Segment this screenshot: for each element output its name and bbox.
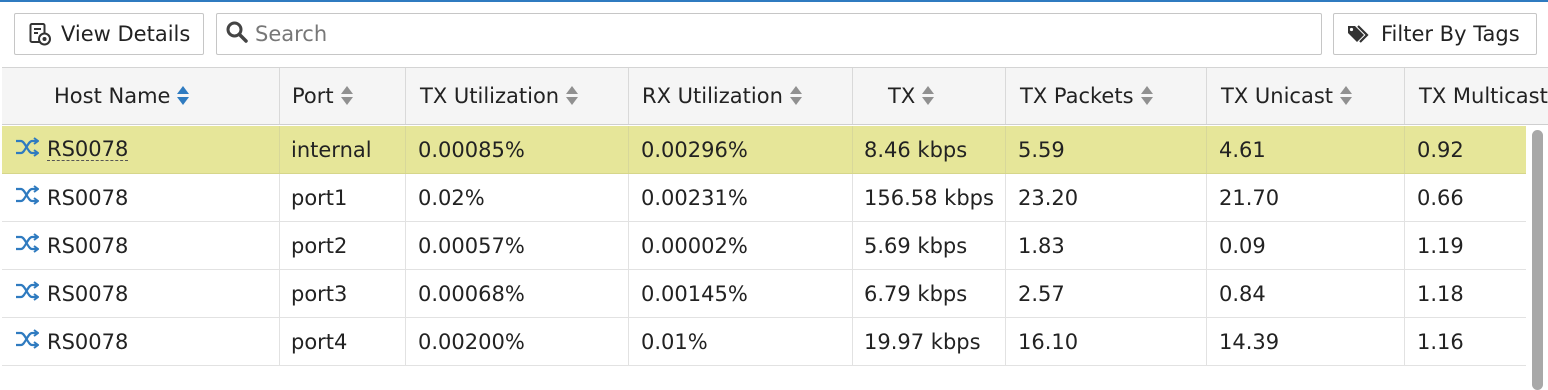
host-name-link[interactable]: RS0078 [47,234,128,258]
scrollbar-thumb[interactable] [1532,130,1543,390]
column-header-rx-utilization[interactable]: RX Utilization [629,68,853,124]
table-row[interactable]: RS0078 internal 0.00085% 0.00296% 8.46 k… [2,126,1526,174]
toolbar: View Details Filter By Tags [0,2,1548,66]
port-cell: port1 [280,174,406,221]
tx-cell: 5.69 kbps [853,222,1006,269]
port-cell: port4 [280,318,406,365]
switch-icon [15,280,40,307]
tx-packets-cell: 2.57 [1006,270,1207,317]
table-row[interactable]: RS0078 port1 0.02% 0.00231% 156.58 kbps … [2,174,1526,222]
tx-multicast-cell: 1.16 [1417,329,1464,354]
sort-icon[interactable] [340,86,354,106]
host-cell[interactable]: RS0078 [2,318,280,365]
host-name-link[interactable]: RS0078 [47,330,128,354]
switch-icon [15,136,40,163]
column-label: TX Multicast [1419,84,1548,108]
host-cell[interactable]: RS0078 [2,222,280,269]
column-header-tx[interactable]: TX [853,68,1006,124]
sort-icon[interactable] [1340,86,1353,106]
vertical-scrollbar[interactable] [1529,126,1545,390]
search-box[interactable] [216,13,1322,55]
sort-icon[interactable] [177,86,190,106]
table-header: Host Name Port TX Utilization RX Utiliza… [2,67,1548,125]
tx-cell: 6.79 kbps [853,270,1006,317]
port-cell: port3 [280,270,406,317]
tx-multicast-cell: 1.19 [1417,233,1464,258]
tx-unicast-cell: 4.61 [1207,126,1405,173]
tx-cell: 19.97 kbps [853,318,1006,365]
rx-utilization-cell: 0.00296% [629,126,853,173]
column-label: Host Name [54,84,171,108]
tx-packets-cell: 16.10 [1006,318,1207,365]
tx-cell: 8.46 kbps [853,126,1006,173]
column-header-tx-unicast[interactable]: TX Unicast [1207,68,1405,124]
sort-icon[interactable] [922,86,935,106]
host-name-link[interactable]: RS0078 [47,186,128,210]
tx-unicast-cell: 0.09 [1207,222,1405,269]
port-cell: port2 [280,222,406,269]
tx-multicast-cell: 0.92 [1417,137,1464,162]
port-cell: internal [280,126,406,173]
rx-utilization-cell: 0.01% [629,318,853,365]
column-header-tx-utilization[interactable]: TX Utilization [406,68,629,124]
rx-utilization-cell: 0.00145% [629,270,853,317]
column-label: RX Utilization [642,84,783,108]
table-row[interactable]: RS0078 port4 0.00200% 0.01% 19.97 kbps 1… [2,318,1526,366]
tx-multicast-cell: 1.18 [1417,281,1464,306]
filter-by-tags-button[interactable]: Filter By Tags [1333,13,1537,55]
host-cell[interactable]: RS0078 [2,270,280,317]
table-row[interactable]: RS0078 port2 0.00057% 0.00002% 5.69 kbps… [2,222,1526,270]
tx-unicast-cell: 14.39 [1207,318,1405,365]
column-label: TX [888,84,916,108]
tx-utilization-cell: 0.00085% [406,126,629,173]
switch-icon [15,328,40,355]
host-cell[interactable]: RS0078 [2,126,280,173]
view-details-icon [28,22,52,46]
tx-unicast-cell: 21.70 [1207,174,1405,221]
switch-icon [15,184,40,211]
column-label: TX Utilization [420,84,560,108]
host-name-link[interactable]: RS0078 [47,282,128,306]
tx-utilization-cell: 0.00068% [406,270,629,317]
column-header-port[interactable]: Port [280,68,406,124]
filter-by-tags-label: Filter By Tags [1381,22,1520,46]
sort-icon[interactable] [789,86,803,106]
table-row[interactable]: RS0078 port3 0.00068% 0.00145% 6.79 kbps… [2,270,1526,318]
view-details-label: View Details [61,22,191,46]
tx-unicast-cell: 0.84 [1207,270,1405,317]
tx-utilization-cell: 0.00057% [406,222,629,269]
view-details-button[interactable]: View Details [14,13,204,55]
rx-utilization-cell: 0.00231% [629,174,853,221]
column-label: TX Packets [1020,84,1134,108]
sort-icon[interactable] [1140,86,1154,106]
tx-packets-cell: 23.20 [1006,174,1207,221]
column-header-tx-multicast[interactable]: TX Multicast [1405,68,1548,124]
tx-packets-cell: 1.83 [1006,222,1207,269]
tags-icon [1346,23,1372,45]
column-header-tx-packets[interactable]: TX Packets [1006,68,1207,124]
tx-cell: 156.58 kbps [853,174,1006,221]
column-label: Port [292,84,334,108]
tx-packets-cell: 5.59 [1006,126,1207,173]
tx-utilization-cell: 0.02% [406,174,629,221]
search-input[interactable] [255,16,1295,52]
sort-icon[interactable] [566,86,579,106]
column-header-host-name[interactable]: Host Name [2,68,280,124]
search-icon [225,20,249,48]
host-cell[interactable]: RS0078 [2,174,280,221]
tx-multicast-cell: 0.66 [1417,185,1464,210]
host-name-link[interactable]: RS0078 [47,138,129,161]
column-label: TX Unicast [1221,84,1333,108]
tx-utilization-cell: 0.00200% [406,318,629,365]
table-body: RS0078 internal 0.00085% 0.00296% 8.46 k… [2,126,1526,370]
rx-utilization-cell: 0.00002% [629,222,853,269]
switch-icon [15,232,40,259]
